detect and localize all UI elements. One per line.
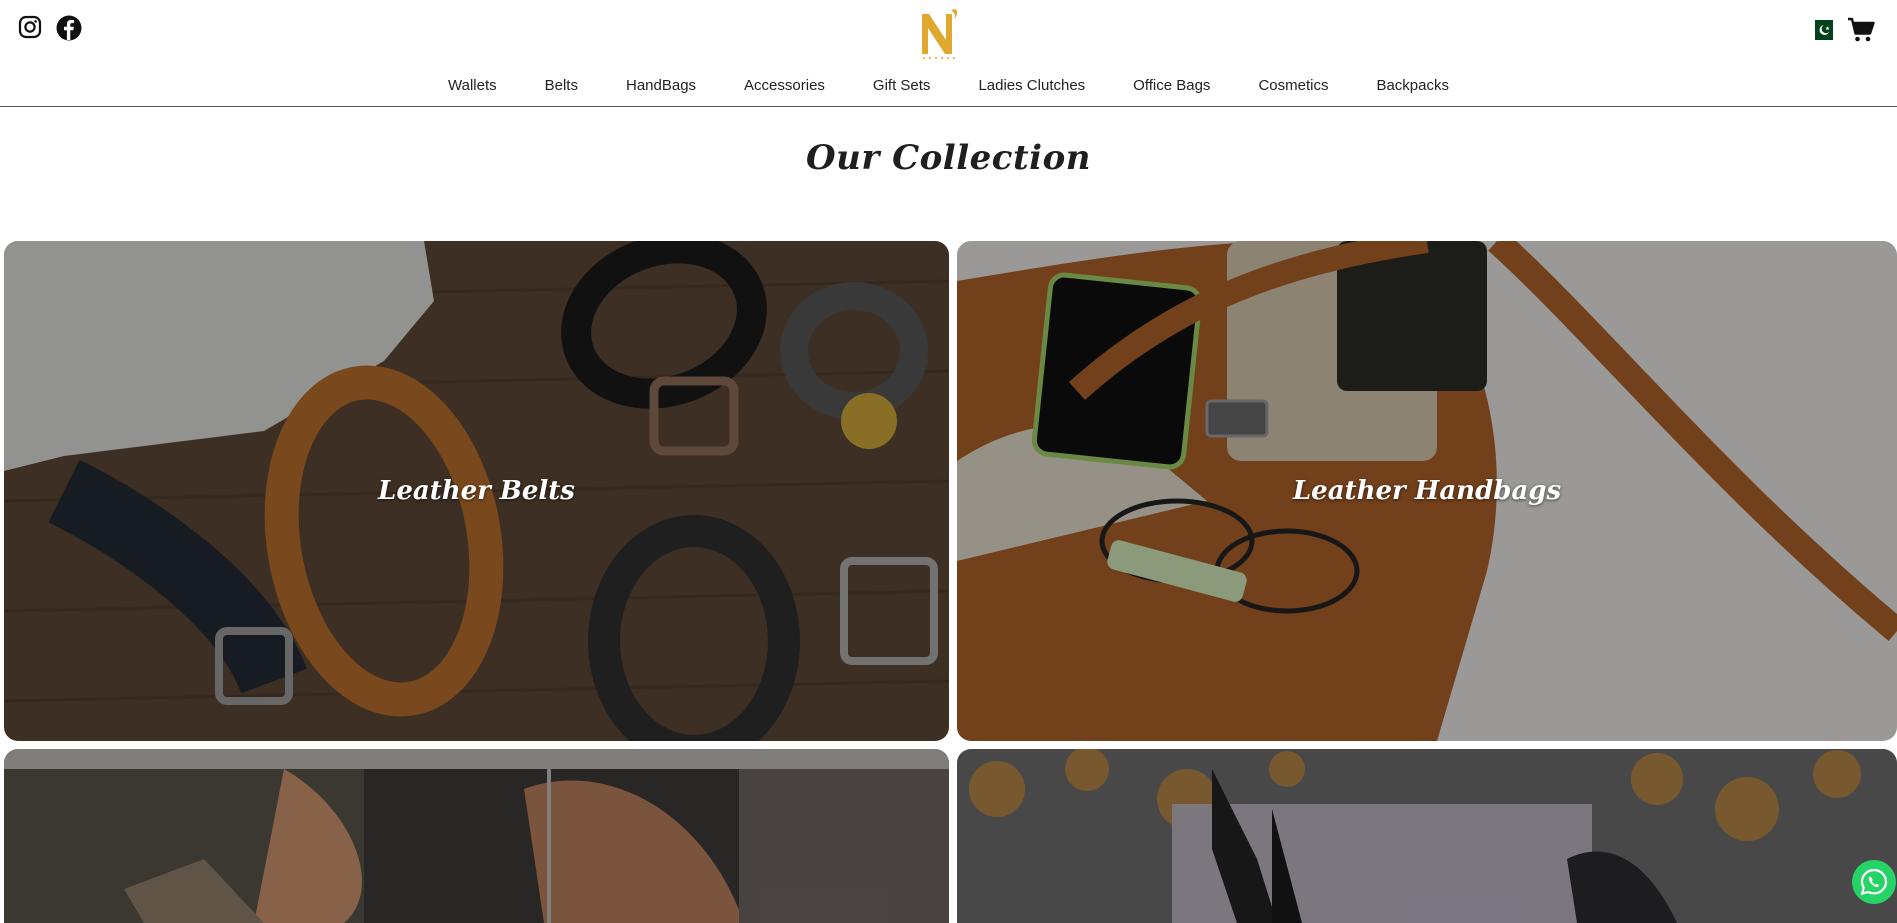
nav-item-office-bags[interactable]: Office Bags (1109, 77, 1234, 94)
card-label-belts: Leather Belts (378, 476, 575, 506)
header-tools (1809, 16, 1875, 44)
nav-item-belts[interactable]: Belts (521, 77, 602, 94)
cart-icon[interactable] (1847, 16, 1875, 44)
pakistan-flag-icon[interactable] (1809, 20, 1833, 40)
social-links (18, 15, 82, 41)
collection-card-gifts[interactable] (957, 749, 1897, 923)
collection-card-crafting[interactable] (4, 749, 949, 923)
collection-card-handbags[interactable]: Leather Handbags (957, 241, 1897, 741)
nav-item-backpacks[interactable]: Backpacks (1352, 77, 1473, 94)
whatsapp-icon[interactable] (1852, 860, 1896, 904)
site-header (0, 0, 1897, 66)
nav-item-gift-sets[interactable]: Gift Sets (849, 77, 955, 94)
brand-logo[interactable] (912, 4, 968, 60)
card-label-handbags: Leather Handbags (1292, 476, 1562, 506)
nav-item-accessories[interactable]: Accessories (720, 77, 849, 94)
card-overlay (4, 749, 949, 923)
nav-item-handbags[interactable]: HandBags (602, 77, 720, 94)
main-nav: Wallets Belts HandBags Accessories Gift … (0, 65, 1897, 107)
facebook-icon[interactable] (56, 15, 82, 41)
nav-item-wallets[interactable]: Wallets (424, 77, 521, 94)
collection-card-belts[interactable]: Leather Belts (4, 241, 949, 741)
collection-heading: Our Collection (805, 138, 1091, 178)
instagram-icon[interactable] (18, 15, 42, 41)
nav-item-cosmetics[interactable]: Cosmetics (1234, 77, 1352, 94)
card-overlay (957, 749, 1897, 923)
nav-item-ladies-clutches[interactable]: Ladies Clutches (954, 77, 1109, 94)
